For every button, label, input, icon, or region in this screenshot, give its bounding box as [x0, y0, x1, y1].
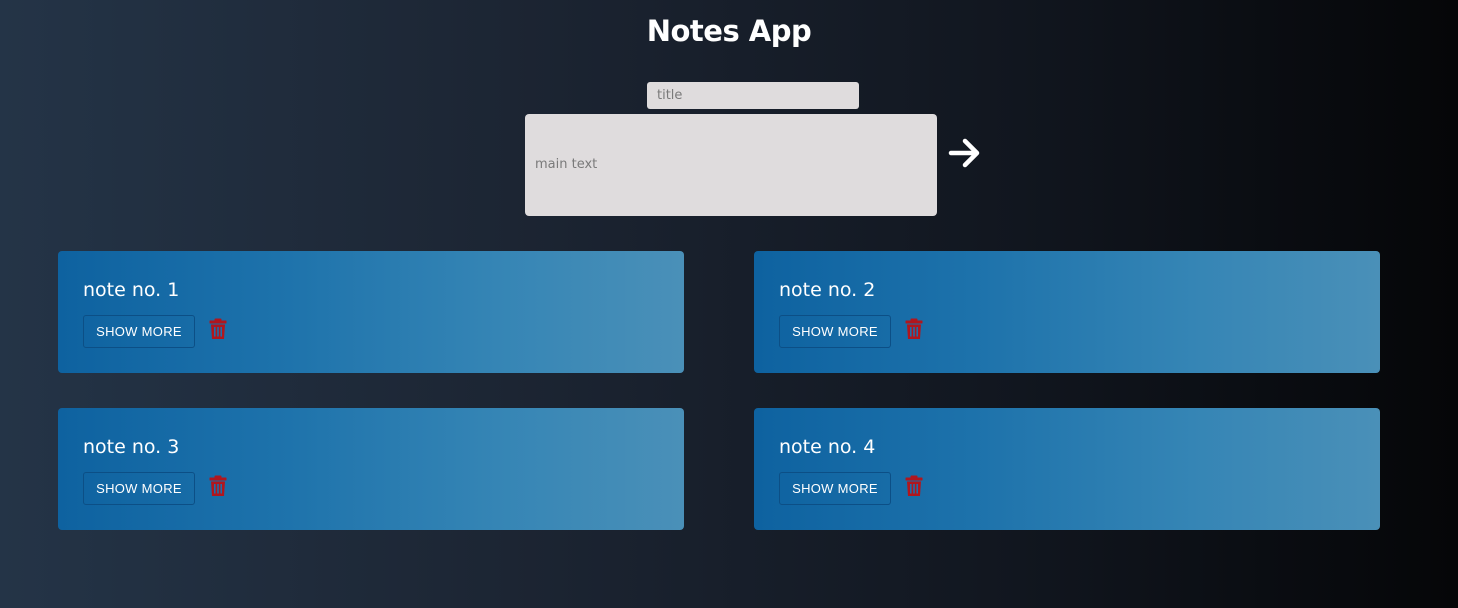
add-note-button[interactable]	[946, 134, 984, 172]
note-title-input[interactable]	[647, 82, 859, 109]
delete-note-button[interactable]	[209, 475, 227, 497]
show-more-button[interactable]: SHOW MORE	[83, 472, 195, 505]
delete-note-button[interactable]	[209, 318, 227, 340]
note-actions: SHOW MORE	[779, 472, 1355, 505]
delete-note-button[interactable]	[905, 318, 923, 340]
note-actions: SHOW MORE	[83, 315, 659, 348]
trash-icon	[209, 318, 227, 339]
note-card: note no. 4 SHOW MORE	[754, 408, 1380, 530]
note-actions: SHOW MORE	[779, 315, 1355, 348]
note-actions: SHOW MORE	[83, 472, 659, 505]
note-title: note no. 4	[779, 436, 876, 458]
note-body-input[interactable]	[525, 114, 937, 216]
trash-icon	[905, 475, 923, 496]
delete-note-button[interactable]	[905, 475, 923, 497]
arrow-right-icon	[948, 138, 980, 168]
note-card: note no. 2 SHOW MORE	[754, 251, 1380, 373]
note-title: note no. 2	[779, 279, 876, 301]
trash-icon	[905, 318, 923, 339]
page-title: Notes App	[646, 14, 812, 48]
show-more-button[interactable]: SHOW MORE	[83, 315, 195, 348]
trash-icon	[209, 475, 227, 496]
note-card: note no. 1 SHOW MORE	[58, 251, 684, 373]
note-title: note no. 3	[83, 436, 180, 458]
note-card: note no. 3 SHOW MORE	[58, 408, 684, 530]
show-more-button[interactable]: SHOW MORE	[779, 315, 891, 348]
note-title: note no. 1	[83, 279, 180, 301]
show-more-button[interactable]: SHOW MORE	[779, 472, 891, 505]
